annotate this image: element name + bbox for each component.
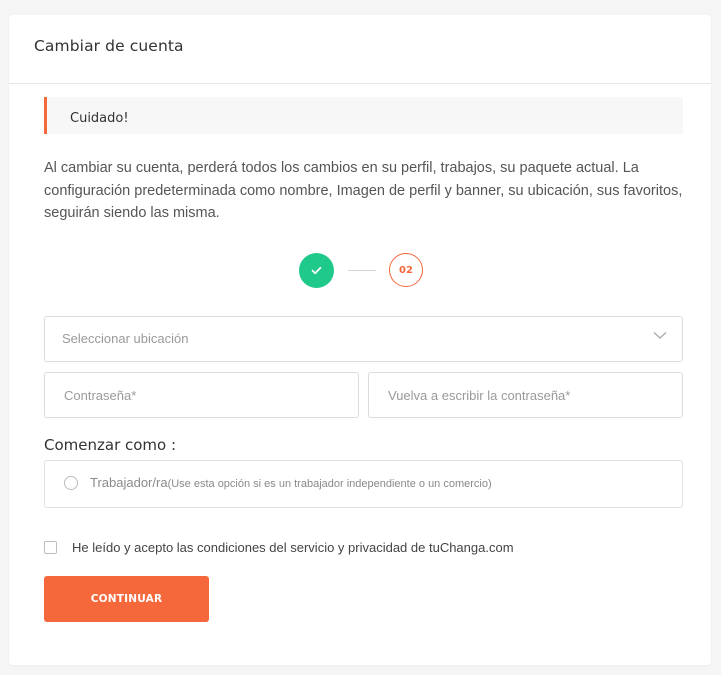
role-option-worker[interactable]: Trabajador/ra(Use esta opción si es un t… [44,460,683,508]
terms-checkbox[interactable] [44,541,57,554]
password-field[interactable]: Contraseña* [44,372,359,418]
step-2-current: 02 [389,253,423,287]
password-confirm-placeholder: Vuelva a escribir la contraseña* [388,388,571,403]
location-select[interactable]: Seleccionar ubicación [44,316,683,362]
role-radio[interactable] [64,476,78,490]
chevron-down-icon [653,332,667,339]
step-indicator: 02 [299,252,423,288]
start-as-label: Comenzar como : [44,436,177,454]
card-header: Cambiar de cuenta [9,15,711,84]
terms-label[interactable]: He leído y acepto las condiciones del se… [72,540,514,555]
role-option-note: (Use esta opción si es un trabajador ind… [167,478,492,490]
warning-text: Al cambiar su cuenta, perderá todos los … [44,160,683,221]
step-connector [348,269,376,271]
alert-title: Cuidado! [70,111,129,126]
password-placeholder: Contraseña* [64,388,137,403]
step-1-completed [299,252,334,288]
card-title: Cambiar de cuenta [34,37,184,55]
warning-alert: Cuidado! [44,97,683,134]
terms-row: He leído y acepto las condiciones del se… [44,540,514,555]
location-select-placeholder: Seleccionar ubicación [62,331,189,346]
role-option-text: Trabajador/ra(Use esta opción si es un t… [90,475,492,490]
password-confirm-field[interactable]: Vuelva a escribir la contraseña* [368,372,683,418]
continue-button[interactable]: CONTINUAR [44,576,209,622]
role-option-label: Trabajador/ra [90,475,168,490]
check-icon [311,266,322,274]
